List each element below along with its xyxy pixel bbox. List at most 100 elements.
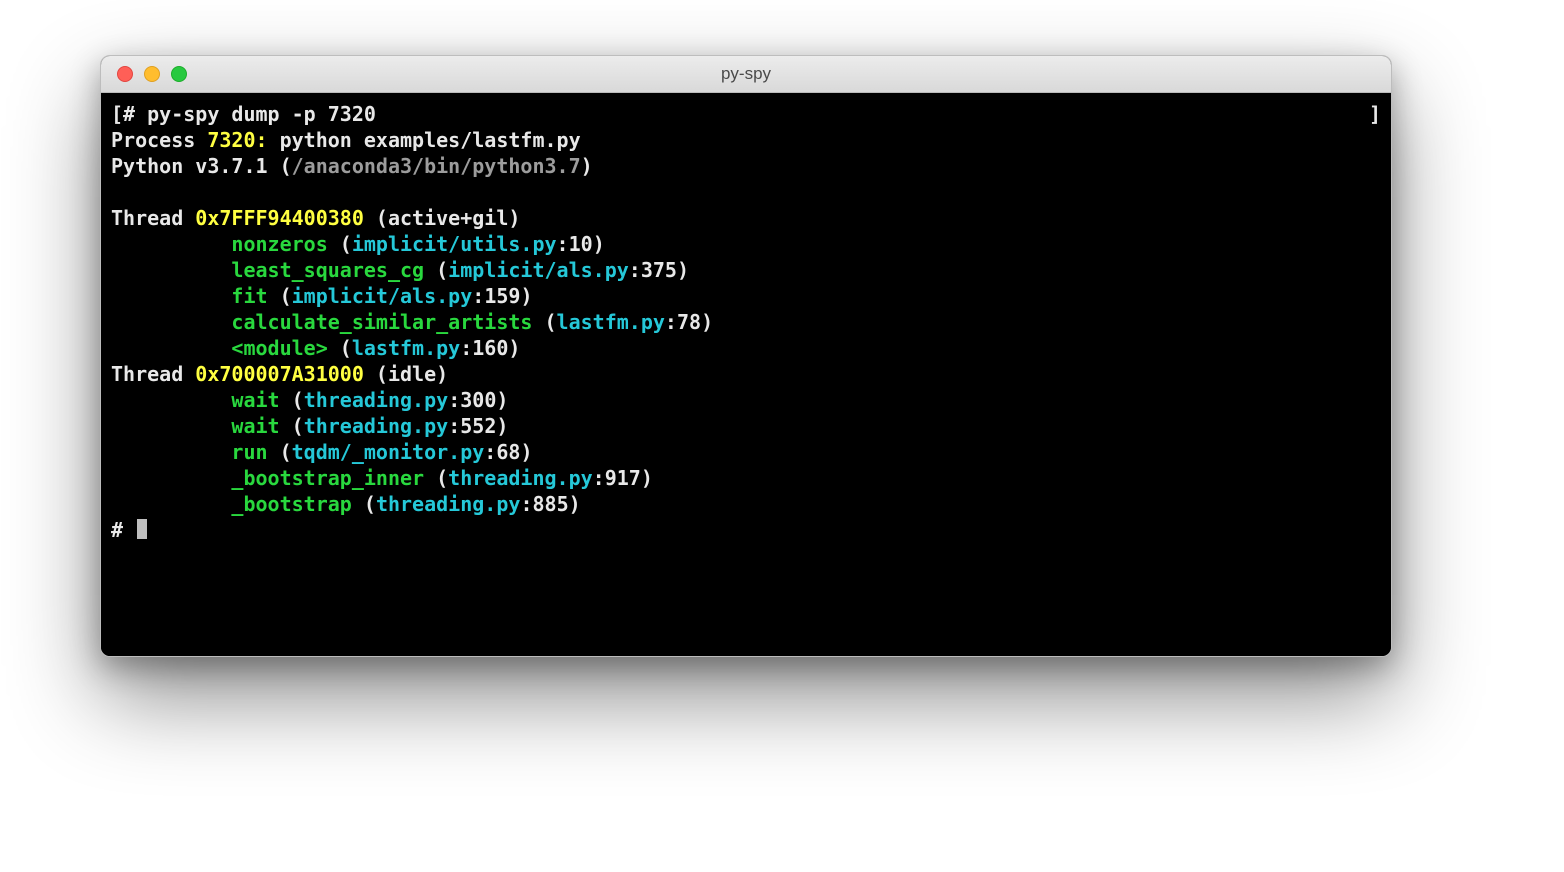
process-label: Process — [111, 128, 207, 152]
frame-paren-open: ( — [328, 336, 352, 360]
command-text: py-spy dump -p 7320 — [135, 102, 376, 126]
stack-frame: calculate_similar_artists (lastfm.py:78) — [111, 309, 1381, 335]
traffic-lights — [101, 66, 187, 82]
frame-file: implicit/als.py — [292, 284, 473, 308]
stack-frame: fit (implicit/als.py:159) — [111, 283, 1381, 309]
process-colon: : — [256, 128, 268, 152]
frame-paren-open: ( — [280, 388, 304, 412]
stack-frame: wait (threading.py:552) — [111, 413, 1381, 439]
stack-frame: wait (threading.py:300) — [111, 387, 1381, 413]
frame-func: least_squares_cg — [231, 258, 424, 282]
python-line: Python v3.7.1 (/anaconda3/bin/python3.7) — [111, 153, 1381, 179]
frame-line: 160 — [472, 336, 508, 360]
frame-paren-open: ( — [532, 310, 556, 334]
thread-label: Thread — [111, 362, 195, 386]
stack-frame: least_squares_cg (implicit/als.py:375) — [111, 257, 1381, 283]
thread-id: 0x700007A31000 — [195, 362, 364, 386]
frame-paren-close: ) — [496, 388, 508, 412]
terminal-body[interactable]: [# py-spy dump -p 7320]Process 7320: pyt… — [101, 93, 1391, 657]
thread-state: (idle) — [364, 362, 448, 386]
command-line: [# py-spy dump -p 7320] — [111, 101, 1381, 127]
frame-func: run — [231, 440, 267, 464]
frame-colon: : — [629, 258, 641, 282]
minimize-icon[interactable] — [144, 66, 160, 82]
window-title: py-spy — [101, 64, 1391, 84]
frame-paren-open: ( — [268, 284, 292, 308]
prompt-char: # — [123, 102, 135, 126]
python-path: /anaconda3/bin/python3.7 — [292, 154, 581, 178]
thread-state: (active+gil) — [364, 206, 521, 230]
frame-colon: : — [665, 310, 677, 334]
frame-paren-close: ) — [593, 232, 605, 256]
frame-line: 300 — [460, 388, 496, 412]
stack-frame: _bootstrap_inner (threading.py:917) — [111, 465, 1381, 491]
final-prompt: # — [111, 518, 123, 542]
terminal-window: py-spy [# py-spy dump -p 7320]Process 73… — [100, 55, 1392, 657]
process-rest: python examples/lastfm.py — [268, 128, 581, 152]
frame-paren-open: ( — [352, 492, 376, 516]
frame-line: 375 — [641, 258, 677, 282]
stack-frame: run (tqdm/_monitor.py:68) — [111, 439, 1381, 465]
frame-line: 10 — [569, 232, 593, 256]
frame-line: 552 — [460, 414, 496, 438]
bracket-close: ] — [1369, 101, 1381, 127]
frame-func: fit — [231, 284, 267, 308]
frame-func: wait — [231, 414, 279, 438]
frame-paren-open: ( — [328, 232, 352, 256]
frame-file: implicit/utils.py — [352, 232, 557, 256]
stack-frame: _bootstrap (threading.py:885) — [111, 491, 1381, 517]
frame-colon: : — [557, 232, 569, 256]
frame-paren-close: ) — [520, 440, 532, 464]
blank-line — [111, 179, 1381, 205]
thread-header: Thread 0x7FFF94400380 (active+gil) — [111, 205, 1381, 231]
frame-line: 68 — [496, 440, 520, 464]
stack-frame: <module> (lastfm.py:160) — [111, 335, 1381, 361]
titlebar[interactable]: py-spy — [101, 56, 1391, 93]
frame-paren-close: ) — [520, 284, 532, 308]
process-pid: 7320 — [207, 128, 255, 152]
frame-line: 917 — [605, 466, 641, 490]
frame-func: nonzeros — [231, 232, 327, 256]
frame-file: tqdm/_monitor.py — [292, 440, 485, 464]
frame-colon: : — [484, 440, 496, 464]
frame-colon: : — [448, 388, 460, 412]
python-paren-open: ( — [268, 154, 292, 178]
frame-colon: : — [593, 466, 605, 490]
frame-file: threading.py — [448, 466, 593, 490]
cursor-icon — [137, 519, 147, 539]
frame-file: threading.py — [376, 492, 521, 516]
frame-line: 159 — [484, 284, 520, 308]
frame-func: _bootstrap — [231, 492, 351, 516]
frame-paren-close: ) — [641, 466, 653, 490]
python-version: v3.7.1 — [195, 154, 267, 178]
frame-func: wait — [231, 388, 279, 412]
thread-header: Thread 0x700007A31000 (idle) — [111, 361, 1381, 387]
frame-paren-close: ) — [677, 258, 689, 282]
thread-label: Thread — [111, 206, 195, 230]
frame-paren-close: ) — [496, 414, 508, 438]
frame-file: threading.py — [304, 414, 449, 438]
frame-colon: : — [460, 336, 472, 360]
frame-paren-close: ) — [508, 336, 520, 360]
frame-paren-open: ( — [280, 414, 304, 438]
frame-colon: : — [520, 492, 532, 516]
frame-paren-open: ( — [268, 440, 292, 464]
frame-file: lastfm.py — [557, 310, 665, 334]
frame-file: lastfm.py — [352, 336, 460, 360]
frame-colon: : — [472, 284, 484, 308]
bracket-open: [ — [111, 102, 123, 126]
stack-frame: nonzeros (implicit/utils.py:10) — [111, 231, 1381, 257]
frame-colon: : — [448, 414, 460, 438]
python-prefix: Python — [111, 154, 195, 178]
close-icon[interactable] — [117, 66, 133, 82]
frame-func: <module> — [231, 336, 327, 360]
process-line: Process 7320: python examples/lastfm.py — [111, 127, 1381, 153]
frame-line: 885 — [532, 492, 568, 516]
frame-file: threading.py — [304, 388, 449, 412]
frame-func: calculate_similar_artists — [231, 310, 532, 334]
python-paren-close: ) — [581, 154, 593, 178]
frame-paren-open: ( — [424, 466, 448, 490]
frame-line: 78 — [677, 310, 701, 334]
final-prompt-line: # — [111, 517, 1381, 543]
zoom-icon[interactable] — [171, 66, 187, 82]
